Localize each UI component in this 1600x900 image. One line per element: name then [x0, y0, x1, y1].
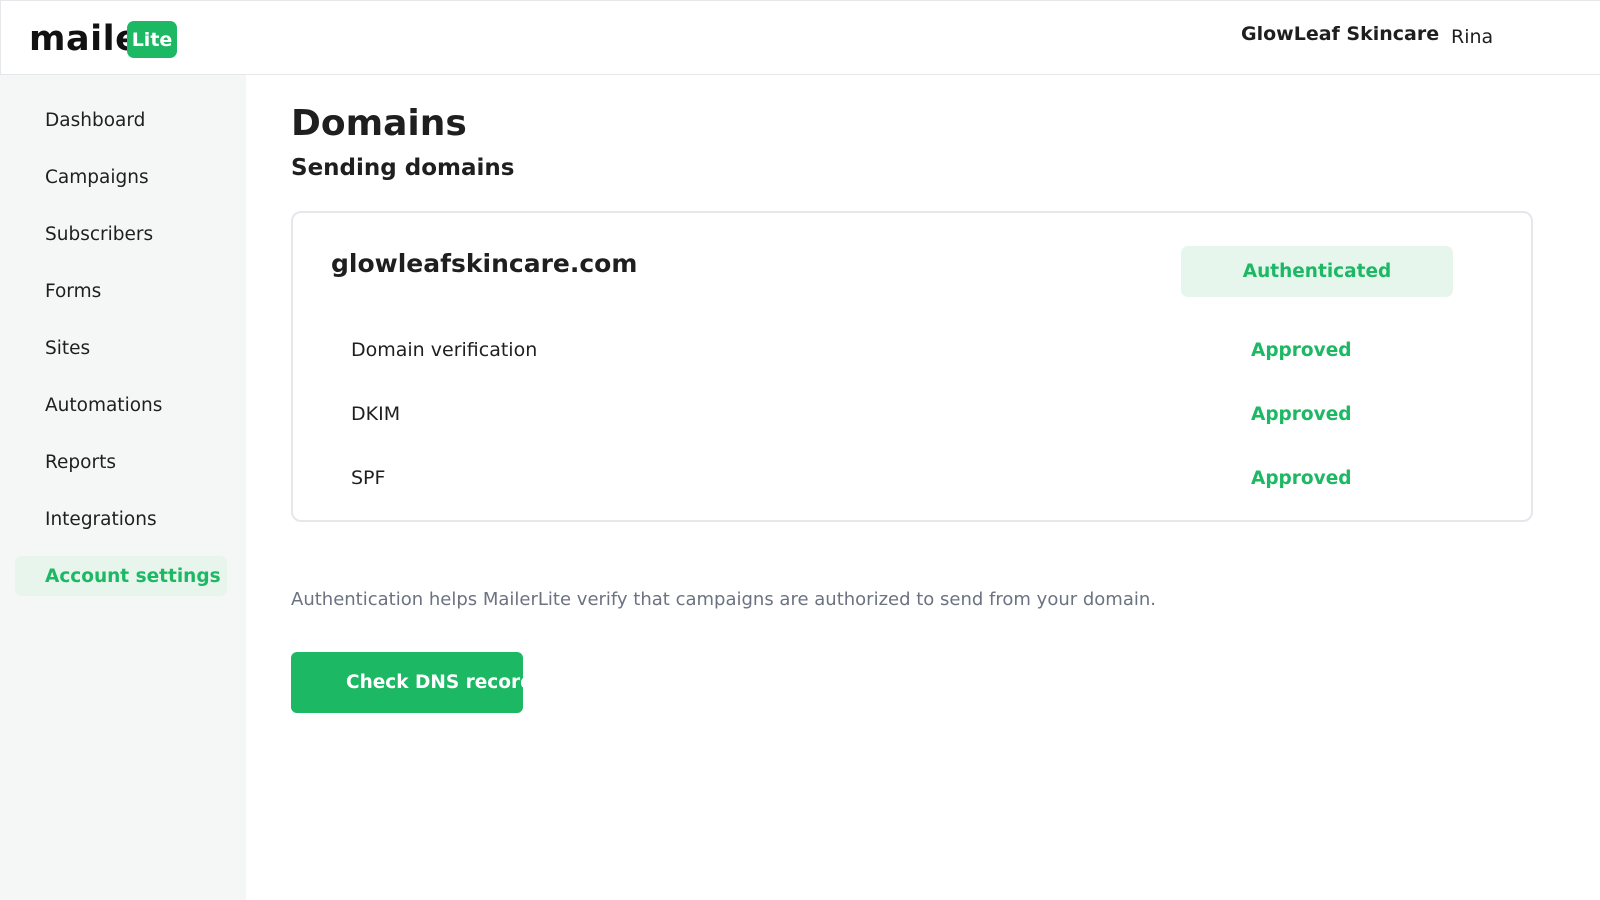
sidebar-item-sites[interactable]: Sites — [15, 328, 227, 368]
sidebar-item-integrations[interactable]: Integrations — [15, 499, 227, 539]
check-dns-records-button[interactable]: Check DNS records — [291, 652, 523, 713]
check-label: SPF — [351, 467, 386, 489]
logo-badge: Lite — [127, 21, 177, 58]
logo-wordmark: maile — [29, 19, 140, 59]
check-label: DKIM — [351, 403, 401, 425]
sidebar-item-campaigns[interactable]: Campaigns — [15, 157, 227, 197]
check-status: Approved — [1251, 467, 1352, 489]
account-name[interactable]: GlowLeaf Skincare — [1241, 23, 1439, 45]
sidebar-item-account-settings[interactable]: Account settings — [15, 556, 227, 596]
check-row-domain-verification: Domain verification Approved — [351, 330, 1451, 370]
check-status: Approved — [1251, 403, 1352, 425]
user-menu[interactable]: Rina — [1451, 26, 1493, 48]
check-row-spf: SPF Approved — [351, 458, 1451, 498]
sidebar: Dashboard Campaigns Subscribers Forms Si… — [0, 75, 246, 900]
domain-name: glowleafskincare.com — [331, 249, 638, 278]
authentication-help-text: Authentication helps MailerLite verify t… — [291, 589, 1156, 610]
sidebar-item-subscribers[interactable]: Subscribers — [15, 214, 227, 254]
sidebar-item-reports[interactable]: Reports — [15, 442, 227, 482]
check-status: Approved — [1251, 339, 1352, 361]
page-title: Domains — [291, 103, 467, 144]
check-label: Domain verification — [351, 339, 538, 361]
sidebar-item-automations[interactable]: Automations — [15, 385, 227, 425]
mailerlite-logo[interactable]: maile Lite — [29, 19, 177, 59]
domain-status-badge: Authenticated — [1181, 246, 1453, 297]
domain-card: glowleafskincare.com Authenticated Domai… — [291, 211, 1533, 522]
section-title: Sending domains — [291, 155, 515, 181]
sidebar-item-dashboard[interactable]: Dashboard — [15, 100, 227, 140]
top-bar: maile Lite GlowLeaf Skincare Rina — [0, 0, 1600, 75]
sidebar-item-forms[interactable]: Forms — [15, 271, 227, 311]
check-row-dkim: DKIM Approved — [351, 394, 1451, 434]
main-content: Domains Sending domains glowleafskincare… — [246, 75, 1600, 900]
